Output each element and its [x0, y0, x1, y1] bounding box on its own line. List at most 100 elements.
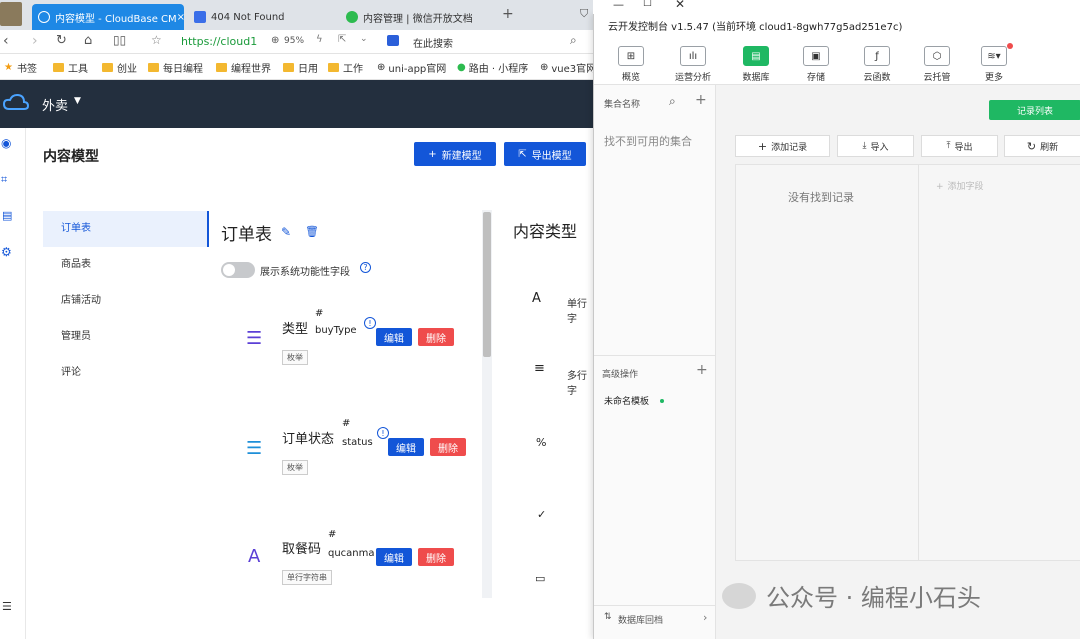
help-icon[interactable]: ? — [360, 262, 371, 273]
toolbar-functions[interactable]: ƒ 云函数 — [852, 46, 902, 83]
import-button[interactable]: ⤓ 导入 — [837, 135, 914, 157]
scrollbar-thumb[interactable] — [483, 212, 491, 357]
share-icon[interactable]: ⇱ — [338, 34, 346, 45]
type-card[interactable]: % — [511, 414, 595, 474]
field-key: buyType — [315, 325, 357, 336]
model-item[interactable]: 店铺活动 — [43, 283, 209, 319]
forward-icon[interactable]: › — [32, 33, 38, 49]
bookmark-folder[interactable]: 创业 — [102, 60, 137, 75]
add-field-link[interactable]: + 添加字段 — [936, 179, 984, 192]
tab-content-model[interactable]: 内容模型 - CloudBase CM × — [32, 4, 184, 30]
info-icon[interactable]: ! — [364, 317, 376, 329]
edit-button[interactable]: 编辑 — [376, 548, 412, 566]
bookmark-link[interactable]: ⊕ uni-app官网 — [377, 60, 446, 75]
edit-button[interactable]: 编辑 — [388, 438, 424, 456]
search-icon[interactable]: ⌕ — [570, 33, 577, 48]
delete-button[interactable]: 删除 — [430, 438, 466, 456]
toolbar-database[interactable]: ▤ 数据库 — [731, 46, 781, 83]
scrollbar[interactable] — [482, 210, 492, 598]
database-icon[interactable]: ▤ — [2, 209, 12, 222]
bookmark-folder[interactable]: 工作 — [328, 60, 363, 75]
collection-header: 集合名称 — [604, 100, 641, 110]
lightning-icon[interactable]: ϟ — [316, 34, 323, 45]
bookmark-star[interactable]: ★ 书签 — [4, 60, 37, 75]
reader-icon[interactable]: ▯▯ — [113, 33, 126, 47]
console-titlebar: — ☐ ✕ — [593, 0, 1080, 14]
bookmark-folder[interactable]: 每日编程 — [148, 60, 203, 75]
add-record-button[interactable]: + 添加记录 — [735, 135, 830, 157]
maximize-icon[interactable]: ☐ — [643, 0, 652, 9]
edit-button[interactable]: 编辑 — [376, 328, 412, 346]
record-list-button[interactable]: 记录列表 — [989, 100, 1080, 120]
globe-icon: ⊕ — [540, 62, 549, 73]
edit-pencil-icon[interactable]: ✎ — [281, 225, 291, 239]
folder-icon — [216, 63, 227, 72]
search-engine-icon[interactable] — [387, 35, 399, 46]
tab-label: 内容模型 - CloudBase CM — [55, 13, 177, 25]
search-icon[interactable]: ⌕ — [669, 94, 676, 109]
bookmark-link[interactable]: ⊕ vue3官网 — [540, 60, 595, 75]
delete-button[interactable]: 删除 — [418, 328, 454, 346]
new-tab-button[interactable]: + — [502, 6, 514, 22]
add-collection-icon[interactable]: + — [695, 92, 707, 108]
type-card[interactable]: A 单行字 — [511, 271, 595, 331]
tab-404[interactable]: 404 Not Found — [188, 4, 336, 30]
new-model-button[interactable]: + 新建模型 — [414, 142, 496, 166]
bookmark-link[interactable]: ● 路由 · 小程序 — [457, 60, 528, 75]
tab-wechat-docs[interactable]: 内容管理 | 微信开放文档 — [340, 4, 490, 30]
delete-button[interactable]: 删除 — [418, 548, 454, 566]
toolbar-storage[interactable]: ▣ 存储 — [791, 46, 841, 83]
export-button[interactable]: ⤒ 导出 — [921, 135, 998, 157]
model-icon[interactable]: ⌗ — [1, 173, 7, 187]
search-input[interactable]: 在此搜索 — [413, 35, 453, 50]
shirt-icon[interactable]: ⛉ — [580, 7, 588, 21]
export-model-button[interactable]: ⇱ 导出模型 — [504, 142, 586, 166]
toolbar-overview[interactable]: ⊞ 概览 — [606, 46, 656, 83]
trash-icon[interactable]: 🗑 — [305, 225, 319, 238]
refresh-button[interactable]: ↻ 刷新 — [1004, 135, 1080, 157]
close-icon[interactable]: × — [177, 12, 184, 23]
watermark-text: 公众号 · 编程小石头 — [766, 584, 981, 612]
eye-icon[interactable]: ◉ — [1, 136, 11, 150]
star-icon[interactable]: ☆ — [151, 33, 162, 47]
enum-field-icon: ☰ — [246, 438, 263, 459]
bookmark-folder[interactable]: 编程世界 — [216, 60, 271, 75]
type-card[interactable]: ✓ — [511, 486, 595, 546]
toggle-knob — [223, 264, 235, 276]
info-icon[interactable]: ! — [377, 427, 389, 439]
toolbar-more[interactable]: ≋▾ 更多 — [969, 46, 1019, 83]
minimize-icon[interactable]: — — [613, 0, 624, 11]
env-selector[interactable]: 外卖 — [42, 95, 68, 114]
model-item[interactable]: 管理员 — [43, 319, 209, 355]
chevron-right-icon[interactable]: › — [703, 611, 707, 624]
home-icon[interactable]: ⌂ — [84, 33, 92, 48]
db-rollback-link[interactable]: 数据库回档 — [618, 613, 663, 626]
empty-collection-text: 找不到可用的集合 — [604, 135, 692, 148]
type-card[interactable]: ≡ 多行字 — [511, 343, 595, 403]
chevron-down-icon[interactable]: ⌄ — [360, 34, 368, 44]
toolbar-analytics[interactable]: ılı 运营分析 — [668, 46, 718, 83]
bookmark-folder[interactable]: 日用 — [283, 60, 318, 75]
toolbar-hosting[interactable]: ⬡ 云托管 — [912, 46, 962, 83]
model-item[interactable]: 订单表 — [43, 211, 209, 247]
reload-icon[interactable]: ↻ — [56, 33, 67, 48]
model-item[interactable]: 商品表 — [43, 247, 209, 283]
add-advanced-icon[interactable]: + — [696, 362, 708, 378]
back-icon[interactable]: ‹ — [3, 33, 9, 49]
bookmark-folder[interactable]: 工具 — [53, 60, 88, 75]
upload-icon: ⤒ — [946, 141, 951, 151]
menu-collapse-icon[interactable]: ☰ — [2, 600, 12, 613]
system-fields-toggle[interactable] — [221, 262, 255, 278]
avatar[interactable] — [0, 2, 22, 26]
type-card[interactable]: ▭ — [511, 558, 595, 598]
close-icon[interactable]: ✕ — [675, 0, 685, 11]
caret-down-icon[interactable]: ▼ — [74, 96, 81, 106]
url-text[interactable]: https://cloud1 — [181, 35, 257, 48]
settings-icon[interactable]: ⚙ — [1, 245, 12, 259]
field-key: status — [342, 437, 373, 448]
model-item[interactable]: 评论 — [43, 355, 209, 391]
zoom-icon[interactable]: ⊕ — [271, 35, 279, 46]
template-item[interactable]: 未命名模板 — [604, 394, 649, 407]
layers-icon: ≋▾ — [981, 46, 1007, 66]
zoom-level[interactable]: 95% — [284, 36, 304, 46]
